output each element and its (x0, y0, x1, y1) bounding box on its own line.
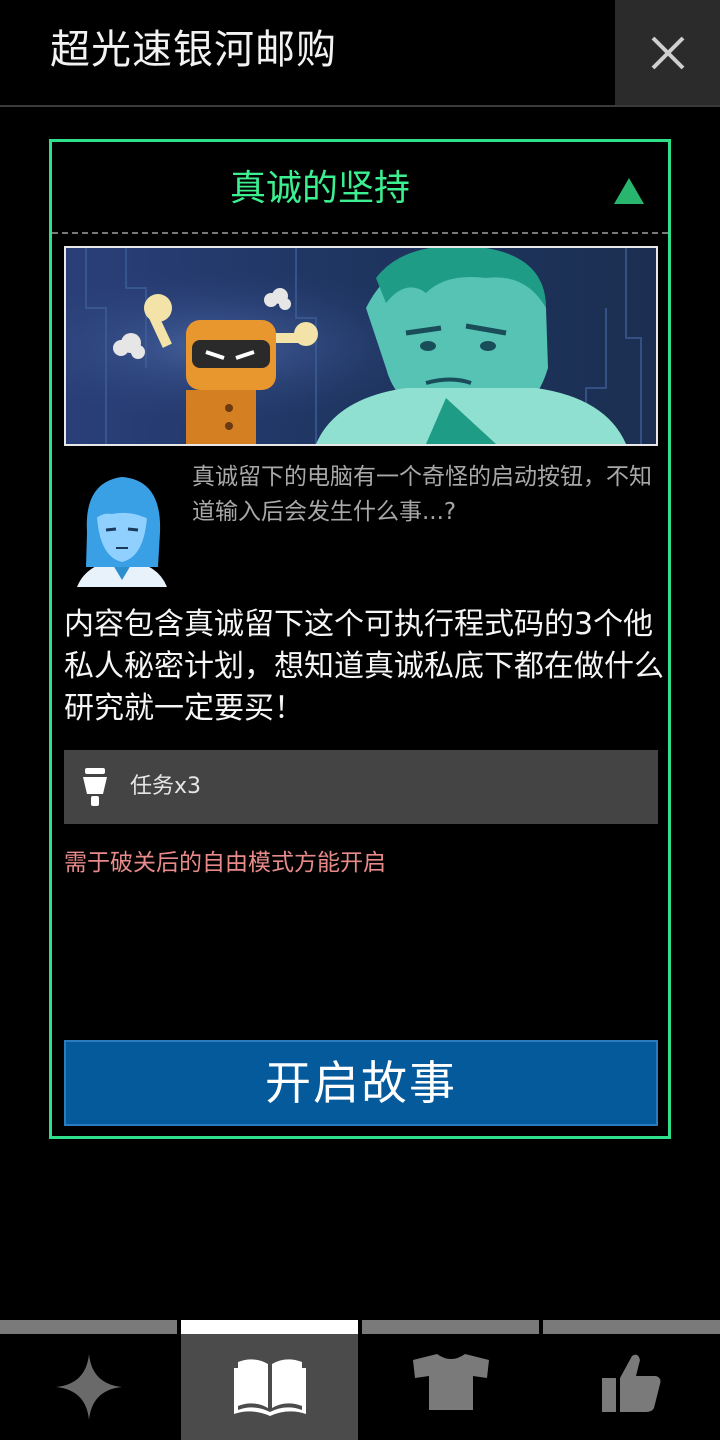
card-header[interactable]: 真诚的坚持 (52, 142, 668, 234)
story-description: 内容包含真诚留下这个可执行程式码的3个他私人秘密计划，想知道真诚私底下都在做什么… (64, 607, 664, 726)
close-icon (651, 36, 685, 70)
story-card: 真诚的坚持 真诚留下的电脑有一个奇怪的启动按钮，不知道输入后会发生什么事...?… (49, 139, 671, 1139)
shirt-icon (412, 1354, 489, 1410)
start-story-button[interactable]: 开启故事 (64, 1040, 658, 1126)
close-button[interactable] (615, 0, 720, 105)
nav-indicator (362, 1320, 539, 1334)
card-title: 真诚的坚持 (229, 168, 410, 209)
collapse-triangle-icon[interactable] (612, 176, 646, 206)
nav-indicator (0, 1320, 177, 1334)
nav-tab-like[interactable] (543, 1320, 720, 1440)
reward-row: 任务x3 (64, 750, 658, 824)
thumbs-up-icon (601, 1354, 660, 1412)
nav-tab-shirt[interactable] (362, 1320, 539, 1440)
reward-label: 任务x3 (130, 774, 202, 799)
character-quote: 真诚留下的电脑有一个奇怪的启动按钮，不知道输入后会发生什么事...? (192, 464, 652, 525)
bottom-nav (0, 1320, 720, 1440)
avatar (72, 472, 172, 587)
page-title: 超光速银河邮购 (50, 27, 337, 73)
requirement-text: 需于破关后的自由模式方能开启 (64, 850, 386, 876)
nav-indicator (181, 1320, 358, 1334)
star-icon (55, 1354, 122, 1420)
book-icon (233, 1359, 306, 1416)
nav-tab-star[interactable] (0, 1320, 177, 1440)
mission-icon (83, 768, 107, 806)
nav-indicator (543, 1320, 720, 1334)
header: 超光速银河邮购 (0, 0, 720, 107)
nav-tab-book[interactable] (181, 1320, 358, 1440)
story-banner-image (64, 246, 658, 446)
